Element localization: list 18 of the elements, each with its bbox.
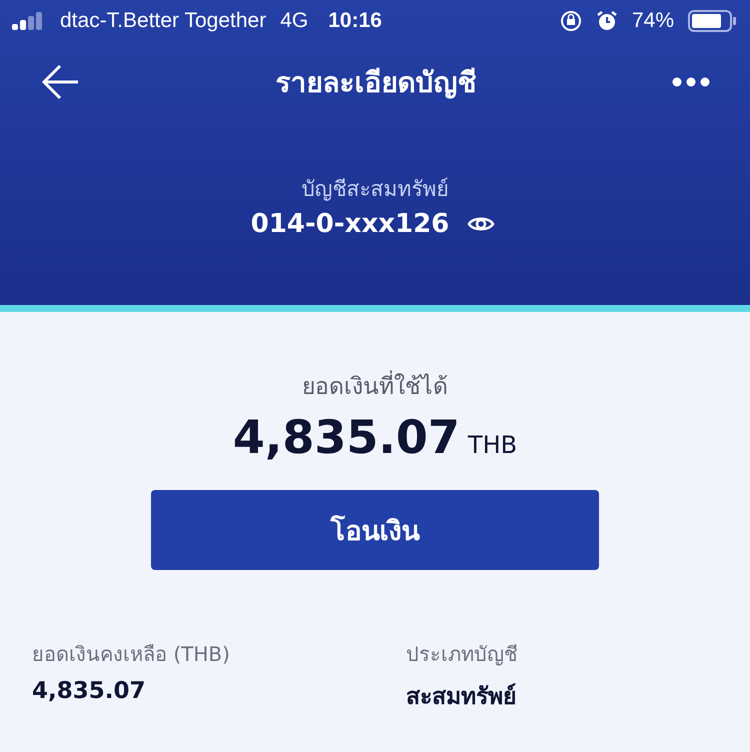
detail-value: 4,835.07: [32, 678, 146, 704]
page-title: รายละเอียดบัญชี: [276, 65, 476, 101]
account-number: 014-0-xxx126: [250, 209, 450, 239]
transfer-button[interactable]: โอนเงิน: [151, 490, 599, 570]
network-type: 4G: [280, 9, 308, 33]
rotation-lock-icon: [560, 10, 582, 32]
carrier-name: dtac-T.Better Together: [60, 9, 266, 33]
detail-label: ยอดเงินคงเหลือ (THB): [32, 641, 231, 668]
detail-label: ประเภทบัญชี: [406, 641, 519, 668]
alarm-icon: [596, 10, 618, 32]
balance-label: ยอดเงินที่ใช้ได้: [302, 368, 448, 404]
battery-icon: [688, 10, 736, 32]
account-type: บัญชีสะสมทรัพย์: [300, 176, 450, 203]
battery-percent: 74%: [632, 9, 674, 33]
detail-value: สะสมทรัพย์: [406, 682, 517, 712]
currency: THB: [468, 431, 518, 459]
clock-time: 10:16: [328, 9, 382, 33]
balance-amount: 4,835.07: [232, 410, 460, 464]
